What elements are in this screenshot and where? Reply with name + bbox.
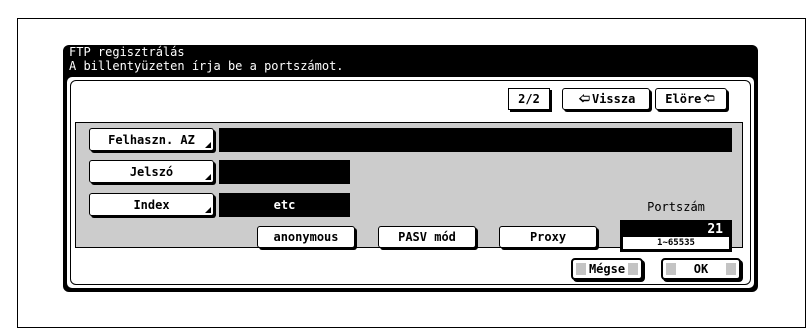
port-range: 1~65535: [623, 237, 729, 249]
password-field[interactable]: [219, 160, 350, 184]
ok-label: OK: [693, 262, 709, 276]
pasv-mode-label: PASV mód: [398, 230, 456, 244]
index-field[interactable]: etc: [219, 193, 350, 217]
forward-button-label: Elöre: [665, 92, 702, 106]
proxy-button[interactable]: Proxy: [499, 226, 597, 248]
index-button[interactable]: Index: [89, 193, 214, 216]
index-label: Index: [133, 197, 170, 212]
arrow-left-icon: 🢠: [578, 91, 590, 105]
cancel-label: Mégse: [588, 262, 626, 276]
back-button[interactable]: 🢠 Vissza: [562, 88, 650, 110]
port-value: 21: [707, 222, 723, 237]
port-label: Portszám: [647, 200, 705, 214]
content-area: 2/2 🢠 Vissza Elöre 🢢 Felhaszn. AZ Jelszó I…: [67, 77, 754, 288]
ok-hatch-left: [666, 263, 676, 275]
cancel-hatch-right: [628, 263, 638, 275]
port-field[interactable]: 21 1~65535: [620, 220, 732, 252]
cancel-hatch-left: [576, 263, 586, 275]
index-value: etc: [273, 198, 296, 212]
pasv-mode-button[interactable]: PASV mód: [378, 226, 476, 248]
back-button-label: Vissza: [591, 92, 636, 106]
ftp-registration-panel: FTP regisztrálás A billentyüzeten írja b…: [63, 45, 758, 292]
ok-hatch-right: [726, 263, 736, 275]
header-instruction: A billentyüzeten írja be a portszámot.: [69, 59, 344, 73]
page-indicator: 2/2: [508, 88, 550, 110]
cancel-button[interactable]: Mégse: [571, 258, 643, 280]
forward-button[interactable]: Elöre 🢢: [655, 88, 727, 110]
ok-button[interactable]: OK: [661, 258, 741, 280]
proxy-label: Proxy: [529, 230, 567, 244]
anonymous-label: anonymous: [273, 230, 339, 244]
user-id-button[interactable]: Felhaszn. AZ: [89, 128, 214, 151]
header-line-1: FTP regisztrálás: [69, 45, 185, 59]
arrow-right-icon: 🢢: [703, 91, 715, 105]
user-id-label: Felhaszn. AZ: [108, 132, 195, 147]
password-label: Jelszó: [129, 164, 174, 179]
page-indicator-text: 2/2: [518, 92, 540, 106]
password-button[interactable]: Jelszó: [89, 160, 214, 183]
user-id-field[interactable]: [219, 128, 732, 152]
anonymous-button[interactable]: anonymous: [257, 226, 355, 248]
header-title: FTP regisztrálás A billentyüzeten írja b…: [69, 45, 344, 73]
